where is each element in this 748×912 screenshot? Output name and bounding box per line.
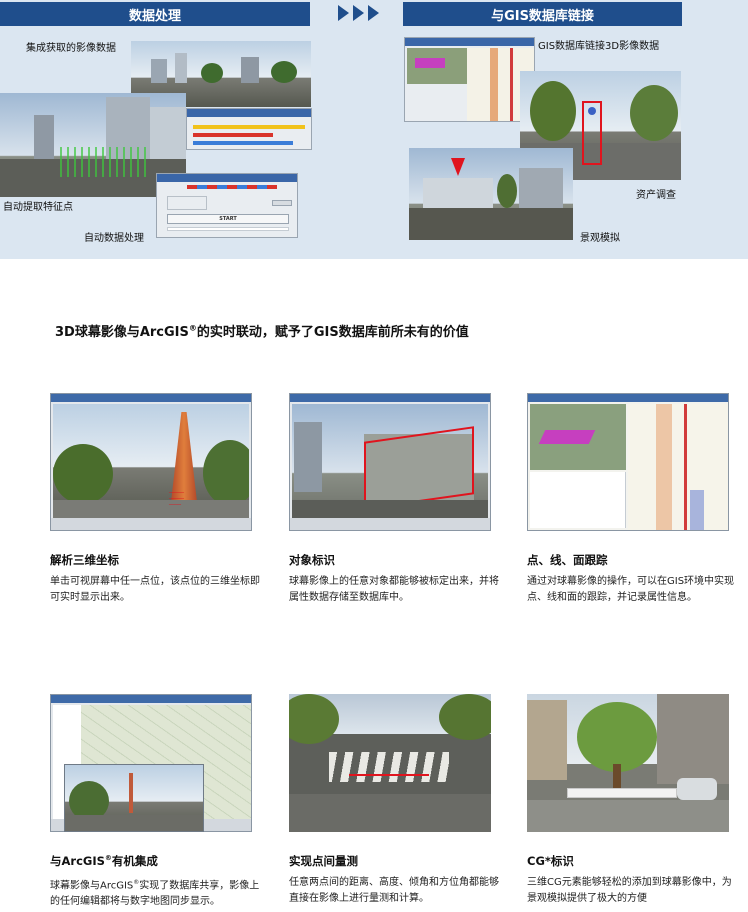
cg-landscape-image	[527, 694, 729, 832]
gis-link-header: 与GIS数据库链接	[403, 2, 682, 26]
feature-card-arcgis-integration: 与ArcGIS®有机集成 球幕影像与ArcGIS®实现了数据库共享，影像上的任何…	[50, 694, 262, 910]
feature-card-tracking: 点、线、面跟踪 通过对球幕影像的操作，可以在GIS环境中实现点、线和面的跟踪，并…	[527, 393, 739, 606]
card-description: 三维CG元素能够轻松的添加到球幕影像中，为景观模拟提供了极大的方便	[527, 877, 732, 904]
landscape-label: 景观模拟	[580, 233, 620, 244]
top-banner: 数据处理 与GIS数据库链接 集成获取的影像数据 自动提取特征点 START 自	[0, 0, 748, 259]
card-description: 单击可视屏幕中任一点位，该点位的三维坐标即可实时显示出来。	[50, 576, 260, 603]
card-description: 球幕影像与ArcGIS®实现了数据库共享，影像上的任何编辑都将与数字地图同步显示…	[50, 879, 260, 908]
building-marking-screenshot	[289, 393, 491, 531]
card-description: 球幕影像上的任意对象都能够被标定出来，并将属性数据存储至数据库中。	[289, 576, 499, 603]
processing-timeline-window	[186, 108, 312, 150]
landscape-sim-image	[409, 148, 573, 240]
feature-card-measurement: 实现点间量测 任意两点间的距离、高度、倾角和方位角都能够直接在影像上进行量测和计…	[289, 694, 501, 907]
arcgis-integration-screenshot	[50, 694, 252, 832]
feature-card-cg-marking: CG*标识 三维CG元素能够轻松的添加到球幕影像中，为景观模拟提供了极大的方便	[527, 694, 739, 907]
arrow-right-icon	[338, 5, 349, 21]
crosswalk-measurement-image	[289, 694, 491, 832]
card-description: 通过对球幕影像的操作，可以在GIS环境中实现点、线和面的跟踪，并记录属性信息。	[527, 576, 735, 603]
tv-tower-screenshot: ───── ───── ────	[50, 393, 252, 531]
auto-process-dialog: START	[156, 173, 298, 238]
arrow-right-icon	[368, 5, 379, 21]
arrow-right-icon	[353, 5, 364, 21]
integrate-label: 集成获取的影像数据	[26, 43, 116, 54]
feature-card-object-marking: 对象标识 球幕影像上的任意对象都能够被标定出来，并将属性数据存储至数据库中。	[289, 393, 501, 606]
asset-label: 资产调查	[636, 190, 676, 201]
data-processing-header: 数据处理	[0, 2, 310, 26]
auto-process-label: 自动数据处理	[84, 233, 144, 244]
card-title: 与ArcGIS®有机集成	[50, 854, 158, 868]
card-title: 对象标识	[289, 553, 335, 567]
tracking-gis-screenshot	[527, 393, 729, 531]
flow-arrows	[338, 5, 379, 21]
gis-map-window	[404, 37, 535, 122]
card-title: 点、线、面跟踪	[527, 553, 608, 567]
card-title: 解析三维坐标	[50, 553, 119, 567]
card-title: 实现点间量测	[289, 854, 358, 868]
headline: 3D球幕影像与ArcGIS®的实时联动，赋予了GIS数据库前所未有的价值	[55, 323, 469, 340]
card-description: 任意两点间的距离、高度、倾角和方位角都能够直接在影像上进行量测和计算。	[289, 877, 499, 904]
gis-link-label: GIS数据库链接3D影像数据	[538, 41, 660, 52]
extract-label: 自动提取特征点	[3, 202, 73, 213]
card-title: CG*标识	[527, 854, 574, 868]
feature-card-3d-coordinates: ───── ───── ──── 解析三维坐标 单击可视屏幕中任一点位，该点位的三维…	[50, 393, 262, 606]
start-button[interactable]: START	[167, 214, 289, 224]
